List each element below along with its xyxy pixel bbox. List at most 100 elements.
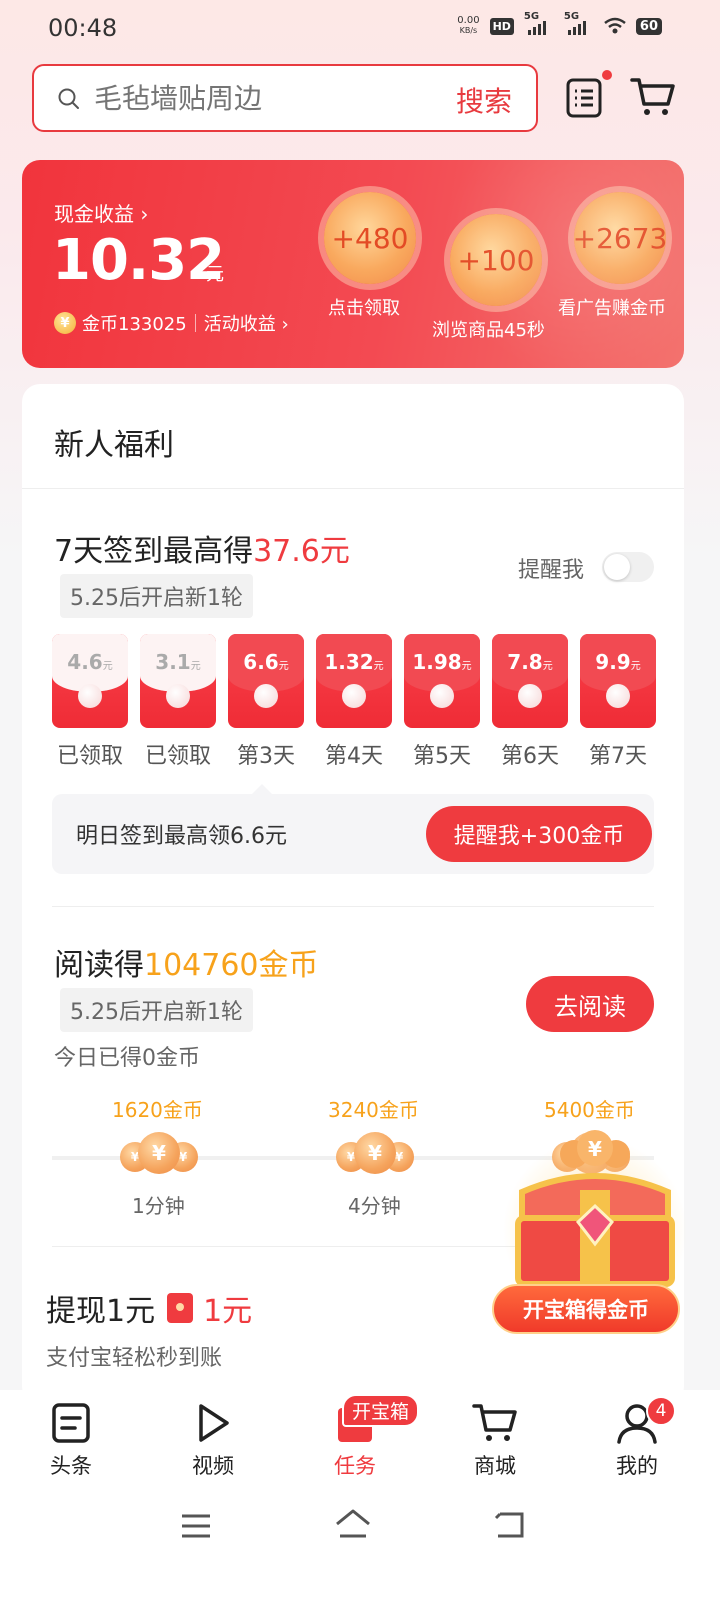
- news-icon: [52, 1403, 90, 1443]
- nav-label: 头条: [50, 1454, 92, 1478]
- bubble-label: 看广告赚金币: [558, 298, 666, 319]
- withdraw-amount: 1元: [203, 1294, 253, 1329]
- withdraw-title: 提现1元 1元: [46, 1286, 252, 1330]
- signin-day[interactable]: 7.8元 第6天: [492, 634, 568, 770]
- go-read-button[interactable]: 去阅读: [526, 976, 654, 1032]
- search-bar[interactable]: 搜索: [32, 64, 538, 132]
- bubble-label: 浏览商品45秒: [432, 320, 545, 341]
- milestone-coins: 3240金币: [328, 1098, 419, 1122]
- home-icon[interactable]: [334, 1508, 372, 1542]
- signin-title: 7天签到最高得37.6元: [54, 534, 350, 569]
- status-time: 00:48: [48, 14, 118, 42]
- signal-icon: 5G: [524, 11, 554, 35]
- signin-day[interactable]: 3.1元 已领取: [140, 634, 216, 770]
- red-envelope: 6.6元: [228, 634, 304, 728]
- separator: [194, 314, 196, 332]
- reading-title: 阅读得104760金币: [54, 948, 319, 983]
- bubble-value: +100: [457, 243, 535, 277]
- nav-mine[interactable]: 我的 4: [592, 1396, 682, 1480]
- signin-days: 4.6元 已领取 3.1元 已领取 6.6元 第3天 1.32元 第4天 1.9…: [52, 634, 656, 774]
- search-icon: [58, 88, 79, 109]
- withdraw-subtitle: 支付宝轻松秒到账: [46, 1346, 223, 1371]
- bottom-nav: 头条 视频 任务 开宝箱 商城 我的 4: [0, 1390, 720, 1500]
- remind-toggle[interactable]: [602, 552, 654, 582]
- open-chest-badge: 开宝箱: [342, 1394, 420, 1427]
- reading-round-note: 5.25后开启新1轮: [60, 988, 253, 1032]
- divider: [52, 906, 654, 907]
- nav-label: 任务: [334, 1454, 376, 1478]
- red-envelope: 1.32元: [316, 634, 392, 728]
- coin-stack-icon: ¥ ¥ ¥: [336, 1132, 416, 1176]
- nav-label: 视频: [192, 1454, 234, 1478]
- cash-unit: 元: [206, 264, 224, 285]
- play-icon: [199, 1404, 229, 1442]
- signin-day[interactable]: 6.6元 第3天: [228, 634, 304, 770]
- day-label: 已领取: [144, 744, 211, 769]
- day-label: 第7天: [589, 744, 647, 769]
- day-label: 第5天: [413, 744, 471, 769]
- day-label: 第4天: [325, 744, 383, 769]
- day-label: 已领取: [56, 744, 123, 769]
- status-bar: 00:48 0.00 KB/s HD 5G 5G 60: [0, 0, 720, 56]
- search-input[interactable]: [94, 80, 424, 116]
- signin-day[interactable]: 9.9元 第7天: [580, 634, 656, 770]
- milestone-time: 4分钟: [348, 1194, 401, 1218]
- signin-tip: 明日签到最高领6.6元 提醒我+300金币: [52, 784, 654, 874]
- bubble-ads[interactable]: +2673: [572, 192, 668, 284]
- day-label: 第6天: [501, 744, 559, 769]
- notification-dot: [602, 70, 612, 80]
- milestone-coins: 5400金币: [544, 1098, 635, 1122]
- bubble-value: +2673: [572, 221, 668, 255]
- open-chest-button[interactable]: 开宝箱得金币: [492, 1284, 680, 1334]
- order-list-icon[interactable]: [566, 78, 602, 118]
- nav-label: 商城: [474, 1454, 516, 1478]
- coin-balance: 金币133025: [82, 314, 187, 335]
- red-envelope: 7.8元: [492, 634, 568, 728]
- milestone-time: 1分钟: [132, 1194, 185, 1218]
- signal-icon: 5G: [564, 11, 594, 35]
- signin-round-note: 5.25后开启新1轮: [60, 574, 253, 618]
- svg-text:¥: ¥: [588, 1137, 602, 1161]
- signin-day[interactable]: 4.6元 已领取: [52, 634, 128, 770]
- bubble-browse[interactable]: +100: [450, 214, 542, 306]
- milestone-coins: 1620金币: [112, 1098, 203, 1122]
- red-envelope: 4.6元: [52, 634, 128, 728]
- reading-today: 今日已得0金币: [54, 1046, 200, 1071]
- cart-icon[interactable]: [630, 76, 676, 118]
- nav-tasks[interactable]: 任务 开宝箱: [310, 1394, 420, 1480]
- back-icon[interactable]: [494, 1510, 526, 1540]
- net-speed: 0.00 KB/s: [457, 15, 480, 36]
- search-button[interactable]: 搜索: [456, 80, 512, 120]
- nav-mall[interactable]: 商城: [450, 1402, 540, 1480]
- coin-icon: ¥: [54, 312, 76, 334]
- remind-label: 提醒我: [518, 558, 585, 583]
- earnings-card: 现金收益 › 10.32 元 ¥ 金币133025 活动收益 › +480 点击…: [22, 160, 684, 368]
- bubble-value: +480: [331, 221, 409, 255]
- bubble-label: 点击领取: [328, 298, 400, 319]
- day-label: 第3天: [237, 744, 295, 769]
- red-envelope: 3.1元: [140, 634, 216, 728]
- system-nav-bar: [0, 1500, 720, 1600]
- divider: [22, 488, 684, 489]
- red-envelope: 9.9元: [580, 634, 656, 728]
- tip-text: 明日签到最高领6.6元: [76, 824, 287, 849]
- unread-badge: 4: [646, 1396, 676, 1426]
- cart-icon: [472, 1404, 517, 1441]
- signin-day[interactable]: 1.98元 第5天: [404, 634, 480, 770]
- status-icons: 0.00 KB/s HD 5G 5G 60: [457, 11, 662, 36]
- coin-row: ¥ 金币133025 活动收益 ›: [54, 310, 289, 336]
- signin-day[interactable]: 1.32元 第4天: [316, 634, 392, 770]
- hd-icon: HD: [489, 17, 514, 35]
- red-envelope-icon: [167, 1293, 194, 1323]
- remind-me-button[interactable]: 提醒我+300金币: [426, 806, 652, 862]
- menu-icon[interactable]: [180, 1512, 212, 1540]
- nav-headlines[interactable]: 头条: [26, 1402, 116, 1480]
- coin-stack-icon: ¥ ¥ ¥: [120, 1132, 200, 1176]
- cash-earnings-link[interactable]: 现金收益 ›: [54, 198, 148, 227]
- bubble-claim[interactable]: +480: [324, 192, 416, 284]
- activity-earnings-link[interactable]: 活动收益 ›: [204, 310, 289, 336]
- battery-icon: 60: [635, 17, 662, 35]
- nav-label: 我的: [616, 1454, 658, 1478]
- nav-video[interactable]: 视频: [168, 1402, 258, 1480]
- cash-value: 10.32: [52, 228, 225, 293]
